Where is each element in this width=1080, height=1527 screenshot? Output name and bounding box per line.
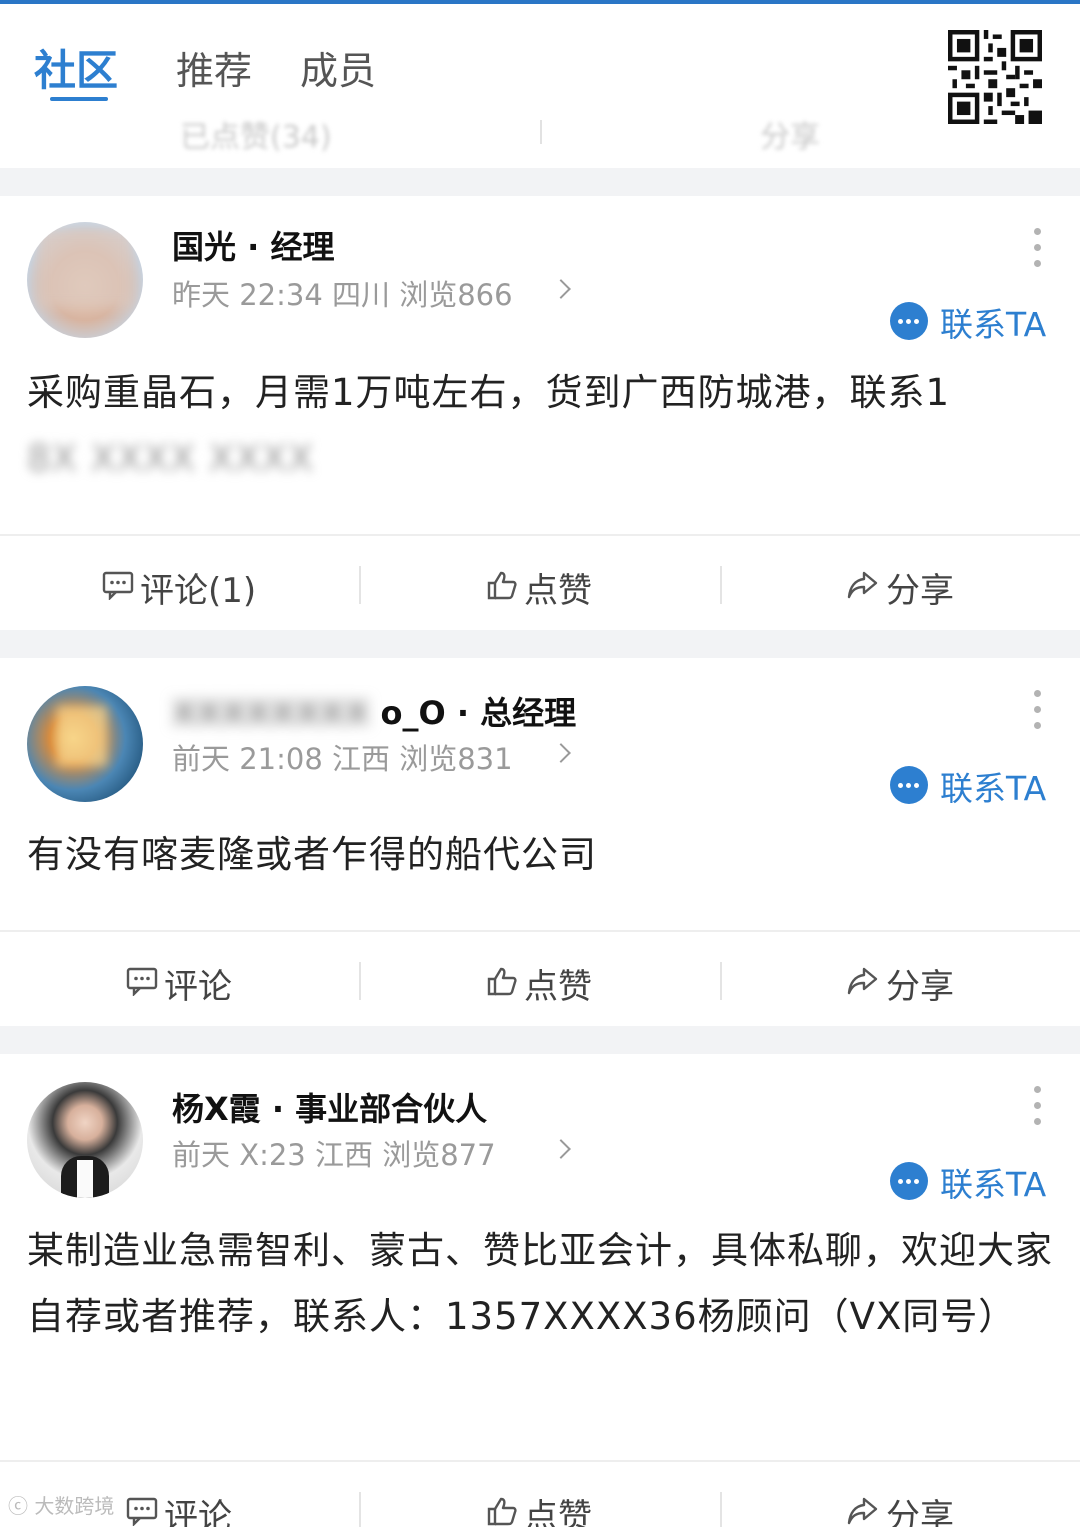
- comment-label: 评论: [164, 1497, 232, 1527]
- thumbs-up-icon: [487, 571, 517, 600]
- post-text: 采购重晶石，月需1万吨左右，货到广西防城港，联系1: [27, 371, 951, 414]
- post-meta: 前天 21:08 江西 浏览831: [172, 742, 513, 776]
- chevron-right-icon[interactable]: [551, 279, 571, 299]
- share-label: 分享: [886, 967, 954, 1007]
- contact-ta-label: 联系TA: [940, 1165, 1047, 1204]
- thumbs-up-icon: [487, 967, 517, 996]
- chat-bubble-icon: [890, 1162, 928, 1200]
- comment-icon: [126, 1497, 158, 1526]
- watermark-logo-icon: ⓒ: [8, 1494, 28, 1518]
- tab-community[interactable]: 社区: [34, 37, 118, 98]
- avatar[interactable]: [27, 222, 143, 338]
- post-content: 有没有喀麦隆或者乍得的船代公司: [27, 833, 597, 876]
- tab-recommend[interactable]: 推荐: [176, 40, 252, 95]
- previous-post-actions-partial: 已点赞(34) 分享: [0, 112, 1080, 155]
- author-name[interactable]: 国光 · 经理: [172, 222, 334, 268]
- qr-code-icon[interactable]: [948, 30, 1042, 124]
- watermark: ⓒ 大数跨境: [8, 1490, 114, 1519]
- redacted-phone: 8X XXXX XXXX: [27, 437, 315, 480]
- contact-ta-label: 联系TA: [940, 769, 1047, 808]
- redacted-name: XXXXXXXX: [172, 694, 370, 732]
- comment-button[interactable]: 评论(1): [0, 536, 360, 632]
- chat-bubble-icon: [890, 766, 928, 804]
- more-options-icon[interactable]: [1034, 1086, 1042, 1134]
- like-button[interactable]: 点赞: [360, 536, 720, 632]
- share-button[interactable]: 分享: [720, 536, 1080, 632]
- comment-label: 评论(1): [140, 571, 257, 611]
- comment-icon: [102, 571, 134, 600]
- active-tab-indicator: [50, 97, 108, 101]
- chat-bubble-icon: [890, 302, 928, 340]
- post-card: 杨X霞 · 事业部合伙人 前天 X:23 江西 浏览877 联系TA 某制造业急…: [0, 1054, 1080, 1460]
- more-options-icon[interactable]: [1034, 228, 1042, 276]
- comment-button[interactable]: 评论: [0, 932, 360, 1028]
- like-label: 点赞: [524, 571, 592, 611]
- comment-label: 评论: [164, 967, 232, 1007]
- watermark-text: 大数跨境: [34, 1494, 115, 1518]
- like-label: 点赞: [524, 967, 592, 1007]
- post-content: 某制造业急需智利、蒙古、赞比亚会计，具体私聊，欢迎大家自荐或者推荐，联系人：13…: [27, 1229, 1053, 1338]
- author-name[interactable]: 杨X霞 · 事业部合伙人: [172, 1084, 487, 1130]
- share-button[interactable]: 分享: [720, 1462, 1080, 1527]
- avatar[interactable]: [27, 686, 143, 802]
- post-card: XXXXXXXX o_O · 总经理 前天 21:08 江西 浏览831 联系T…: [0, 658, 1080, 930]
- contact-ta-label: 联系TA: [940, 305, 1047, 344]
- post-action-bar: 评论 点赞 分享: [0, 1460, 1080, 1527]
- share-label: 分享: [886, 1497, 954, 1527]
- ghost-divider: [540, 120, 542, 144]
- comment-icon: [126, 967, 158, 996]
- header-bar: 社区 推荐 成员 已点赞(34) 分享: [0, 4, 1080, 168]
- like-button[interactable]: 点赞: [360, 932, 720, 1028]
- share-icon: [847, 967, 878, 995]
- author-name-row: XXXXXXXX o_O · 总经理: [172, 688, 576, 734]
- post-card: 国光 · 经理 昨天 22:34 四川 浏览866 联系TA 采购重晶石，月需1…: [0, 196, 1080, 534]
- share-label: 分享: [886, 571, 954, 611]
- ghost-share-label: 分享: [760, 120, 820, 155]
- post-action-bar: 评论 点赞 分享: [0, 930, 1080, 1026]
- chevron-right-icon[interactable]: [551, 743, 571, 763]
- tab-members[interactable]: 成员: [300, 40, 376, 95]
- avatar[interactable]: [27, 1082, 143, 1198]
- share-icon: [847, 571, 878, 599]
- share-icon: [847, 1497, 878, 1525]
- post-content: 采购重晶石，月需1万吨左右，货到广西防城港，联系1 8X XXXX XXXX: [27, 360, 1057, 492]
- like-button[interactable]: 点赞: [360, 1462, 720, 1527]
- post-meta: 前天 X:23 江西 浏览877: [172, 1138, 496, 1172]
- chevron-right-icon[interactable]: [551, 1139, 571, 1159]
- thumbs-up-icon: [487, 1497, 517, 1526]
- like-label: 点赞: [524, 1497, 592, 1527]
- more-options-icon[interactable]: [1034, 690, 1042, 738]
- post-action-bar: 评论(1) 点赞 分享: [0, 534, 1080, 630]
- author-name[interactable]: o_O · 总经理: [381, 694, 577, 732]
- post-meta: 昨天 22:34 四川 浏览866: [172, 278, 513, 312]
- share-button[interactable]: 分享: [720, 932, 1080, 1028]
- ghost-like-label: 已点赞(34): [180, 120, 332, 155]
